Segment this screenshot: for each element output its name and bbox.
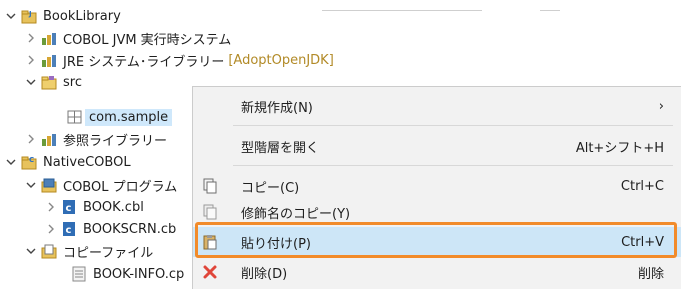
menu-item-label: 新規作成(N) (241, 100, 313, 116)
delete-icon (201, 263, 219, 281)
tree-item-jre[interactable]: JRE システム･ライブラリー [AdoptOpenJDK] (24, 49, 334, 71)
tree-item-booklibrary[interactable]: J BookLibrary (4, 5, 121, 27)
tree-item-cobol-jvm[interactable]: COBOL JVM 実行時システム (24, 27, 231, 49)
program-folder-icon (40, 177, 58, 193)
tree-item-book-info-cpy[interactable]: BOOK-INFO.cp (70, 263, 184, 285)
copy-folder-icon (40, 243, 58, 259)
source-folder-icon (40, 74, 58, 90)
jdk-annotation: [AdoptOpenJDK] (228, 52, 334, 68)
menu-item-shortcut: Ctrl+C (620, 178, 664, 194)
tree-item-com-sample[interactable]: com.sample (66, 106, 173, 128)
cobol-file-icon: c (60, 199, 78, 215)
tree-item-label: コピーファイル (63, 245, 154, 261)
svg-text:J: J (28, 10, 32, 18)
submenu-arrow-icon: › (658, 98, 664, 114)
chevron-right-icon[interactable] (44, 224, 58, 234)
chevron-down-icon[interactable] (24, 246, 38, 256)
chevron-right-icon[interactable] (24, 55, 38, 65)
tree-item-label: BOOK-INFO.cp (93, 266, 185, 282)
menu-item-label: 削除(D) (241, 266, 288, 282)
project-icon: C (20, 154, 38, 170)
package-icon (66, 109, 84, 125)
tree-item-label: com.sample (85, 108, 173, 126)
tree-item-label: src (63, 74, 82, 90)
context-menu: 新規作成(N) › 型階層を開く Alt+シフト+H コピー(C) Ctrl+C… (192, 86, 681, 289)
svg-text:c: c (66, 225, 72, 236)
tree-item-label: BOOK.cbl (83, 199, 144, 215)
menu-item-label: 修飾名のコピー(Y) (241, 206, 351, 222)
project-icon: J (20, 8, 38, 24)
chevron-right-icon[interactable] (24, 33, 38, 43)
tree-item-referenced-libraries[interactable]: 参照ライブラリー (24, 128, 167, 150)
top-divider-2 (540, 10, 560, 11)
menu-item-open-type-hierarchy[interactable]: 型階層を開く Alt+シフト+H (193, 131, 681, 161)
menu-item-label: 型階層を開く (241, 140, 320, 156)
chevron-down-icon[interactable] (4, 11, 18, 21)
menu-separator (233, 165, 673, 166)
tree-item-nativecobol[interactable]: C NativeCOBOL (4, 151, 131, 173)
library-icon (40, 30, 58, 46)
tree-item-label: NativeCOBOL (43, 154, 131, 170)
svg-text:C: C (29, 156, 34, 164)
tree-item-label: COBOL プログラム (63, 179, 178, 195)
menu-item-shortcut: 削除 (637, 266, 664, 282)
chevron-down-icon[interactable] (24, 77, 38, 87)
tree-item-copy-files[interactable]: コピーファイル (24, 240, 153, 262)
tree-item-cobol-programs[interactable]: COBOL プログラム (24, 174, 177, 196)
menu-item-new[interactable]: 新規作成(N) › (193, 91, 681, 121)
tree-item-bookscrn-cbl[interactable]: c BOOKSCRN.cb (44, 218, 176, 240)
tree-item-label: BOOKSCRN.cb (83, 221, 177, 237)
copybook-file-icon (70, 266, 88, 282)
copy-qualified-name-icon (201, 203, 219, 221)
tree-item-label: COBOL JVM 実行時システム (63, 32, 232, 48)
chevron-down-icon[interactable] (4, 157, 18, 167)
library-icon (40, 52, 58, 68)
top-divider (322, 10, 482, 11)
svg-text:c: c (66, 203, 72, 214)
paste-focus-outline (195, 222, 677, 258)
library-icon (40, 131, 58, 147)
copy-icon (201, 177, 219, 195)
tree-item-label: JRE システム･ライブラリー (63, 54, 225, 70)
chevron-down-icon[interactable] (24, 180, 38, 190)
menu-item-label: コピー(C) (241, 180, 300, 196)
menu-item-delete[interactable]: 削除(D) 削除 (193, 257, 681, 287)
chevron-right-icon[interactable] (44, 202, 58, 212)
chevron-right-icon[interactable] (24, 134, 38, 144)
menu-item-shortcut: Alt+シフト+H (575, 140, 664, 156)
menu-separator (233, 125, 673, 126)
tree-item-label: 参照ライブラリー (63, 133, 168, 149)
tree-item-label: BookLibrary (43, 8, 121, 24)
cobol-file-icon: c (60, 221, 78, 237)
tree-item-src[interactable]: src (24, 71, 82, 93)
tree-item-book-cbl[interactable]: c BOOK.cbl (44, 196, 144, 218)
